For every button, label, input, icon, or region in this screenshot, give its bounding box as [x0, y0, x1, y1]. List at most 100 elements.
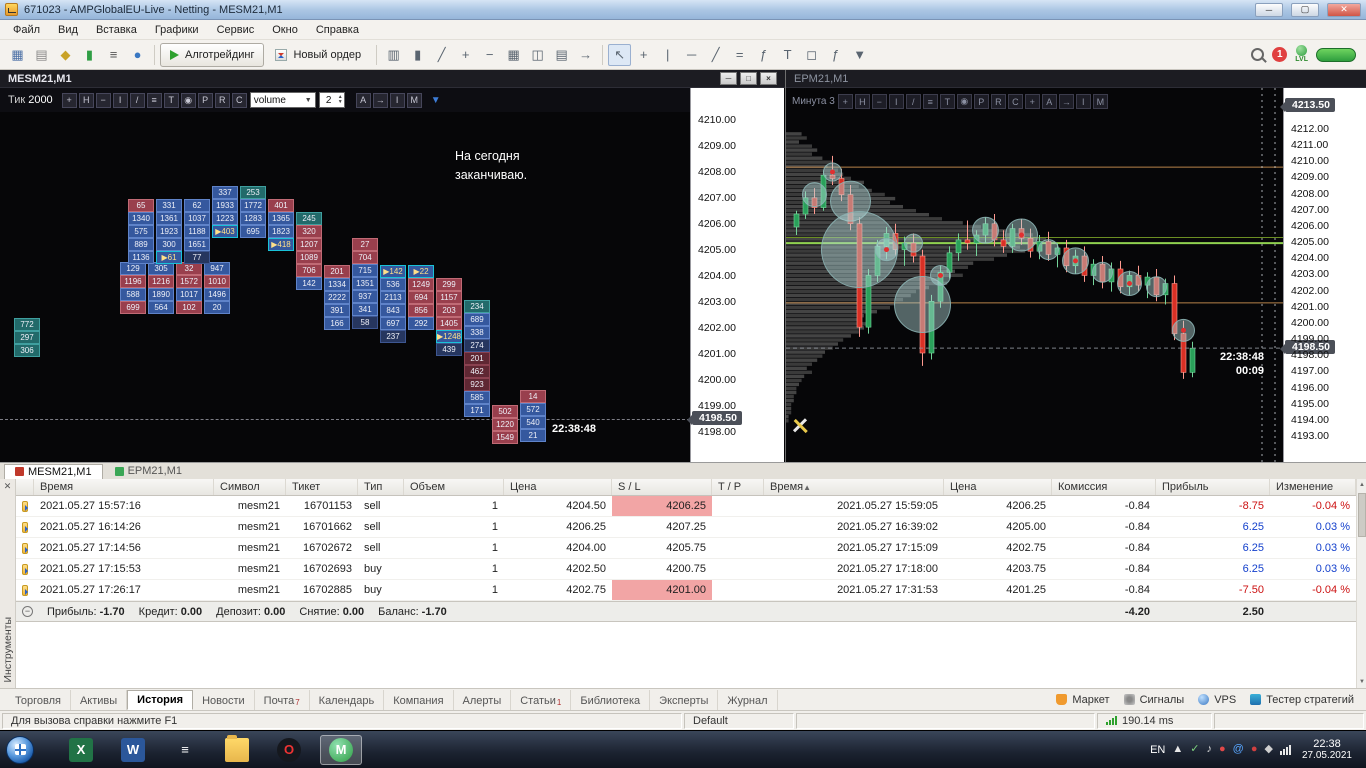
chart-toolbar-button[interactable]: −: [871, 94, 887, 109]
volume-spinner[interactable]: 2 ▲ ▼: [318, 92, 345, 108]
text-tool-icon[interactable]: T: [776, 44, 799, 66]
indicators-icon[interactable]: ƒ: [824, 44, 847, 66]
chart-toolbar-button[interactable]: M: [1092, 94, 1108, 109]
chart-toolbar-button[interactable]: /: [129, 92, 145, 108]
column-header[interactable]: Комиссия: [1052, 479, 1156, 495]
zoom-in-icon[interactable]: +: [454, 44, 477, 66]
chart-toolbar-button[interactable]: P: [197, 92, 213, 108]
column-header[interactable]: Время ▲: [764, 479, 944, 495]
chart-toolbar-button[interactable]: →: [1058, 94, 1074, 109]
line-chart-icon[interactable]: ╱: [430, 44, 453, 66]
collapse-panel-icon[interactable]: ▼: [431, 95, 441, 106]
language-indicator[interactable]: EN: [1150, 744, 1165, 756]
menu-item[interactable]: Вставка: [87, 21, 146, 39]
contacts-icon[interactable]: ●: [126, 44, 149, 66]
history-row[interactable]: 2021.05.27 17:14:56 mesm21 16702672 sell 1 42…: [16, 538, 1356, 559]
chart-toolbar-button[interactable]: R: [214, 92, 230, 108]
instruments-vertical-tab[interactable]: Инструменты: [2, 617, 14, 682]
chart-toolbar-button[interactable]: →: [372, 92, 388, 108]
scrollbar-thumb[interactable]: [1358, 493, 1366, 537]
volume-icon[interactable]: ♪: [1206, 744, 1212, 755]
zoom-out-icon[interactable]: −: [478, 44, 501, 66]
toolbox-tab-Компания[interactable]: Компания: [384, 689, 454, 710]
chart-toolbar-button[interactable]: I: [389, 92, 405, 108]
mail-tray-icon[interactable]: @: [1233, 744, 1244, 755]
chart-toolbar-button[interactable]: I: [112, 92, 128, 108]
toolbox-scrollbar[interactable]: ▲ ▼: [1356, 479, 1366, 688]
chart-toolbar-button[interactable]: P: [973, 94, 989, 109]
chart-toolbar-button[interactable]: T: [163, 92, 179, 108]
status-profile[interactable]: Default: [684, 712, 794, 729]
menu-item[interactable]: Файл: [4, 21, 49, 39]
menu-item[interactable]: Вид: [49, 21, 87, 39]
objects-dropdown-icon[interactable]: ▼: [848, 44, 871, 66]
market-depth-icon[interactable]: ▮: [78, 44, 101, 66]
taskbar-app-folder[interactable]: [216, 734, 258, 765]
chart-toolbar-button[interactable]: M: [406, 92, 422, 108]
toolbox-tab-Календарь[interactable]: Календарь: [310, 689, 385, 710]
vline-tool-icon[interactable]: |: [656, 44, 679, 66]
history-row[interactable]: 2021.05.27 16:14:26 mesm21 16701662 sell 1 42…: [16, 517, 1356, 538]
chart-tab-EPM21,M1[interactable]: EPM21,M1: [105, 464, 192, 479]
toolbox-tab-Статьи[interactable]: Статьи 1: [511, 689, 572, 710]
column-header[interactable]: Цена: [944, 479, 1052, 495]
usb-tray-icon[interactable]: ◆: [1264, 744, 1272, 755]
toolbox-tab-Алерты[interactable]: Алерты: [454, 689, 512, 710]
chart-toolbar-button[interactable]: ≡: [146, 92, 162, 108]
candles-chart-icon[interactable]: ▮: [406, 44, 429, 66]
taskbar-app-word[interactable]: W: [112, 735, 154, 765]
history-row[interactable]: 2021.05.27 15:57:16 mesm21 16701153 sell 1 42…: [16, 496, 1356, 517]
search-icon[interactable]: [1251, 48, 1265, 61]
chart-toolbar-button[interactable]: I: [1075, 94, 1091, 109]
taskbar-app-opera[interactable]: O: [268, 735, 310, 765]
toolbox-tab-Эксперты[interactable]: Эксперты: [650, 689, 719, 710]
toolbox-tab-Журнал[interactable]: Журнал: [718, 689, 778, 710]
column-header[interactable]: Изменение: [1270, 479, 1356, 495]
profiles-icon[interactable]: ▤: [30, 44, 53, 66]
new-chart-icon[interactable]: ▦: [6, 44, 29, 66]
shapes-tool-icon[interactable]: ◻: [800, 44, 823, 66]
column-header[interactable]: Символ: [214, 479, 286, 495]
toolbox-tab-Активы[interactable]: Активы: [71, 689, 128, 710]
cursor-icon[interactable]: ↖: [608, 43, 632, 66]
chart-toolbar-button[interactable]: /: [905, 94, 921, 109]
chart-restore-icon[interactable]: □: [740, 72, 757, 85]
taskbar-clock[interactable]: 22:38 27.05.2021: [1302, 738, 1352, 762]
toolbox-button-market[interactable]: Маркет: [1056, 694, 1110, 706]
toolbox-close-icon[interactable]: ✕: [4, 481, 12, 492]
volume-dropdown[interactable]: volume ▼: [249, 92, 316, 108]
data-window-icon[interactable]: ≡: [102, 44, 125, 66]
start-button[interactable]: [6, 735, 34, 764]
trendline-tool-icon[interactable]: ╱: [704, 44, 727, 66]
close-button[interactable]: ✕: [1327, 2, 1361, 17]
chart-minimize-icon[interactable]: ─: [720, 72, 737, 85]
chart-toolbar-button[interactable]: H: [78, 92, 94, 108]
scroll-down-icon[interactable]: ▼: [1357, 676, 1366, 688]
chart-toolbar-button[interactable]: ◉: [956, 94, 972, 109]
fibo-tool-icon[interactable]: ƒ: [752, 44, 775, 66]
new-order-button[interactable]: Новый ордер: [265, 43, 371, 67]
candle-chart-plot[interactable]: Минута 3 + H − I / ≡ T ◉ P R C + A → I M 22:38:48 00:09: [786, 88, 1283, 462]
bars-chart-icon[interactable]: ▥: [382, 44, 405, 66]
menu-item[interactable]: Справка: [307, 21, 368, 39]
menu-item[interactable]: Окно: [263, 21, 307, 39]
chart-tab-MESM21,M1[interactable]: MESM21,M1: [4, 464, 103, 479]
toolbox-tab-Торговля[interactable]: Торговля: [6, 689, 71, 710]
maximize-button[interactable]: ▢: [1291, 2, 1319, 17]
toolbox-button-signals[interactable]: Сигналы: [1123, 694, 1184, 706]
column-header[interactable]: Прибыль: [1156, 479, 1270, 495]
collapse-summary-icon[interactable]: −: [22, 606, 33, 617]
history-row[interactable]: 2021.05.27 17:26:17 mesm21 16702885 buy 1 420…: [16, 580, 1356, 601]
refresh-icon[interactable]: ◆: [54, 44, 77, 66]
scroll-up-icon[interactable]: ▲: [1357, 479, 1366, 491]
column-header[interactable]: Тип: [358, 479, 404, 495]
crosshair-icon[interactable]: +: [632, 44, 655, 66]
column-header[interactable]: S / L: [612, 479, 712, 495]
minimize-button[interactable]: ─: [1255, 2, 1283, 17]
chart-toolbar-button[interactable]: +: [1024, 94, 1040, 109]
toolbox-button-vps[interactable]: VPS: [1198, 694, 1236, 706]
navigator-icon[interactable]: ▤: [550, 44, 573, 66]
column-header[interactable]: Объем: [404, 479, 504, 495]
chart-toolbar-button[interactable]: +: [61, 92, 77, 108]
column-header[interactable]: T / P: [712, 479, 764, 495]
